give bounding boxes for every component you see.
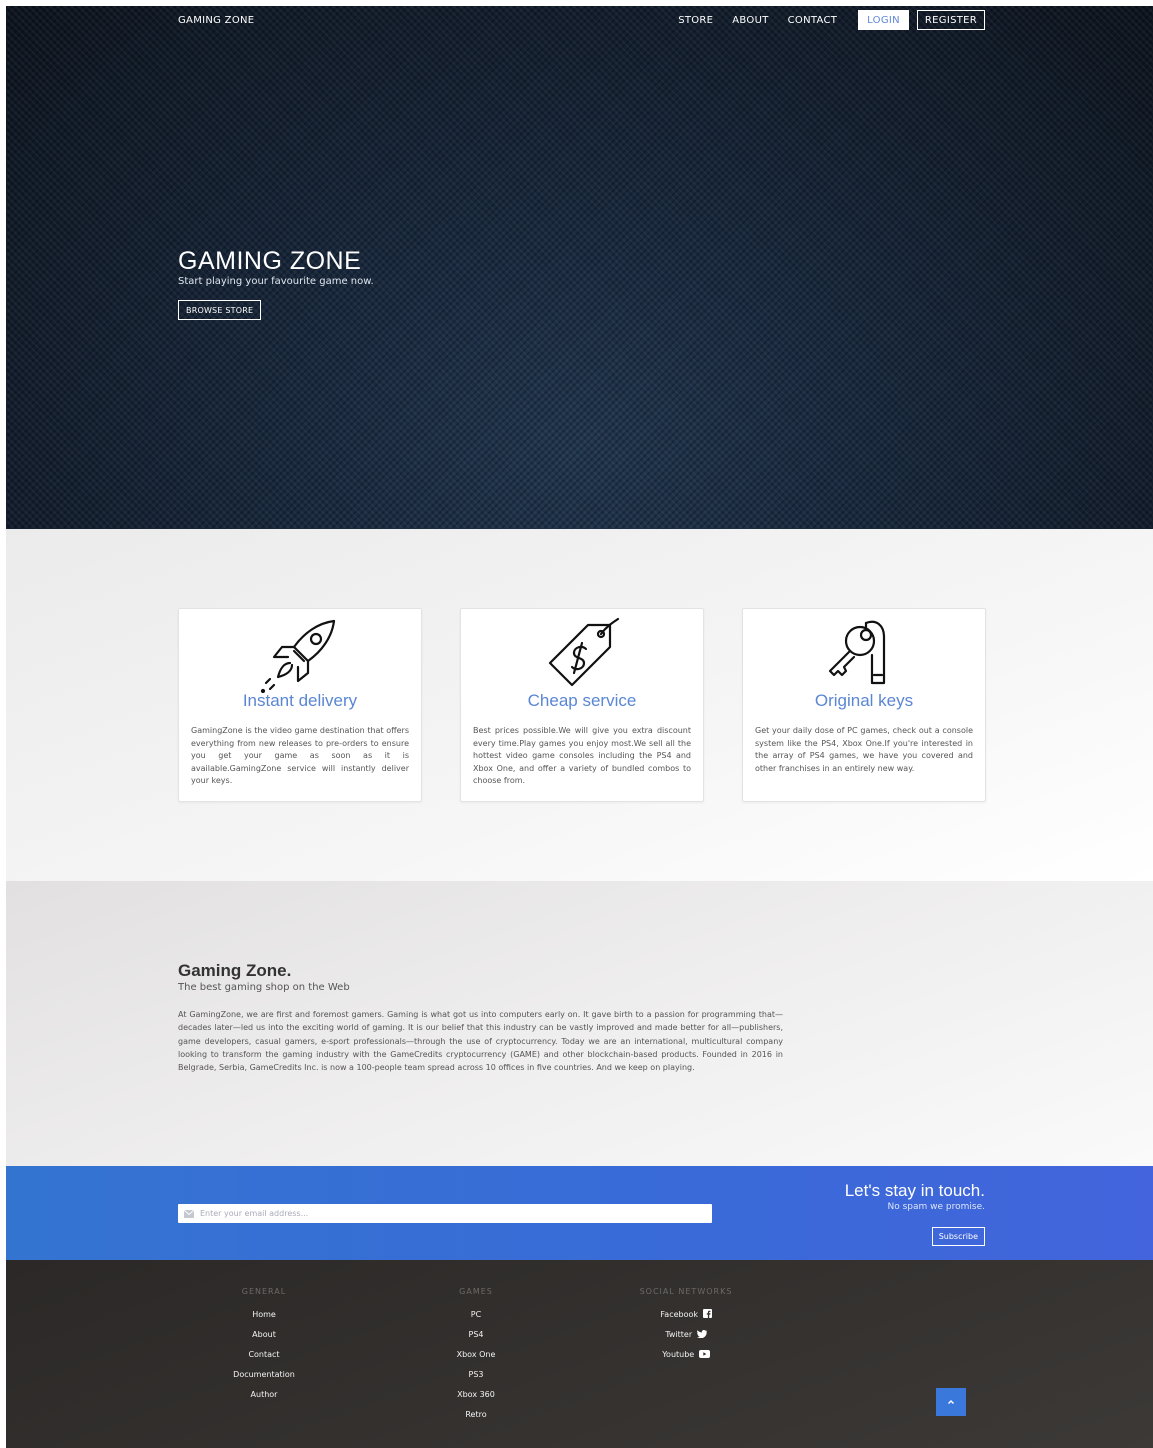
feature-title: Cheap service — [527, 691, 637, 710]
twitter-icon — [696, 1330, 707, 1338]
footer-heading: GENERAL — [241, 1287, 287, 1296]
features-section: Instant delivery GamingZone is the video… — [6, 529, 1153, 881]
feature-card-original-keys: Original keys Get your daily dose of PC … — [742, 608, 986, 802]
footer-link-documentation[interactable]: Documentation — [214, 1369, 314, 1389]
hero-section: GAMING ZONE STORE ABOUT CONTACT LOGIN RE… — [6, 6, 1153, 529]
footer-column-social: SOCIAL NETWORKS Facebook Twitter Youtube — [626, 1287, 746, 1369]
footer-link-youtube[interactable]: Youtube — [626, 1349, 746, 1369]
facebook-icon — [702, 1309, 712, 1318]
page: GAMING ZONE STORE ABOUT CONTACT LOGIN RE… — [6, 6, 1153, 1448]
feature-card-cheap-service: Cheap service Best prices possible.We wi… — [460, 608, 704, 802]
footer-link-ps4[interactable]: PS4 — [426, 1329, 526, 1349]
login-button[interactable]: LOGIN — [858, 10, 909, 30]
footer-link-twitter[interactable]: Twitter — [626, 1329, 746, 1349]
footer-link-author[interactable]: Author — [214, 1389, 314, 1409]
about-section: Gaming Zone. The best gaming shop on the… — [6, 881, 1153, 1166]
nav-link-contact[interactable]: CONTACT — [788, 15, 838, 26]
email-field-wrapper — [178, 1204, 712, 1223]
newsletter-section: Let's stay in touch. No spam we promise.… — [6, 1166, 1153, 1260]
newsletter-subtitle: No spam we promise. — [887, 1202, 985, 1212]
envelope-icon — [184, 1209, 194, 1218]
footer-link-about[interactable]: About — [214, 1329, 314, 1349]
top-nav: STORE ABOUT CONTACT LOGIN REGISTER — [678, 10, 985, 30]
twitter-label: Twitter — [665, 1330, 693, 1339]
footer-column-general: GENERAL Home About Contact Documentation… — [214, 1287, 314, 1409]
footer-heading: GAMES — [459, 1287, 493, 1296]
keys-icon — [828, 620, 886, 685]
subscribe-button[interactable]: Subscribe — [931, 1227, 985, 1246]
footer: GENERAL Home About Contact Documentation… — [6, 1260, 1153, 1448]
rocket-icon — [260, 619, 336, 693]
footer-link-retro[interactable]: Retro — [426, 1409, 526, 1429]
feature-text: GamingZone is the video game destination… — [191, 726, 409, 785]
about-subtitle: The best gaming shop on the Web — [178, 982, 350, 993]
footer-heading: SOCIAL NETWORKS — [639, 1287, 733, 1296]
footer-link-contact[interactable]: Contact — [214, 1349, 314, 1369]
register-button[interactable]: REGISTER — [916, 10, 985, 30]
hero-subtitle: Start playing your favourite game now. — [178, 276, 374, 287]
email-input[interactable] — [200, 1209, 680, 1218]
youtube-icon — [698, 1350, 710, 1358]
footer-link-xbox-360[interactable]: Xbox 360 — [426, 1389, 526, 1409]
feature-title: Original keys — [814, 691, 914, 710]
price-tag-icon — [548, 617, 620, 687]
facebook-label: Facebook — [660, 1310, 699, 1319]
hero-title: GAMING ZONE — [178, 247, 362, 275]
feature-text: Get your daily dose of PC games, check o… — [755, 726, 973, 773]
nav-link-about[interactable]: ABOUT — [732, 15, 768, 26]
about-title: Gaming Zone. — [178, 961, 292, 980]
footer-column-games: GAMES PC PS4 Xbox One PS3 Xbox 360 Retro — [426, 1287, 526, 1429]
footer-link-facebook[interactable]: Facebook — [626, 1309, 746, 1329]
feature-card-instant-delivery: Instant delivery GamingZone is the video… — [178, 608, 422, 802]
feature-text: Best prices possible.We will give you ex… — [473, 726, 691, 785]
youtube-label: Youtube — [662, 1350, 695, 1359]
footer-link-home[interactable]: Home — [214, 1309, 314, 1329]
feature-title: Instant delivery — [242, 691, 358, 710]
back-to-top-button[interactable] — [936, 1388, 966, 1416]
footer-link-xbox-one[interactable]: Xbox One — [426, 1349, 526, 1369]
footer-link-pc[interactable]: PC — [426, 1309, 526, 1329]
about-text: At GamingZone, we are first and foremost… — [178, 1010, 783, 1073]
footer-link-ps3[interactable]: PS3 — [426, 1369, 526, 1389]
nav-brand[interactable]: GAMING ZONE — [178, 15, 254, 26]
nav-link-store[interactable]: STORE — [678, 15, 713, 26]
browse-store-button[interactable]: BROWSE STORE — [178, 300, 262, 320]
newsletter-title: Let's stay in touch. — [844, 1181, 985, 1200]
chevron-up-icon — [948, 1400, 954, 1404]
